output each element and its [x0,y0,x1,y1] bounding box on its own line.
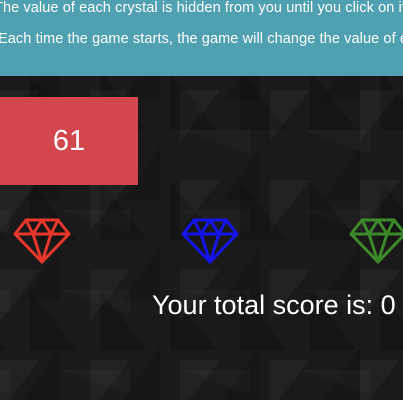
score-label: Your total score is: [152,290,381,320]
instructions-banner: The value of each crystal is hidden from… [0,0,403,76]
blue-diamond-icon [181,218,239,264]
instructions-line-1: The value of each crystal is hidden from… [0,0,403,16]
blue-crystal-button[interactable] [181,218,239,264]
instructions-line-2: Each time the game starts, the game will… [0,31,403,47]
green-diamond-icon [349,218,403,264]
target-number: 61 [52,124,86,157]
total-score: Your total score is: 0 [152,290,396,321]
score-value: 0 [380,290,396,320]
target-number-box: 61 [0,97,138,185]
red-crystal-button[interactable] [13,218,71,264]
red-diamond-icon [13,218,71,264]
green-crystal-button[interactable] [349,218,403,264]
